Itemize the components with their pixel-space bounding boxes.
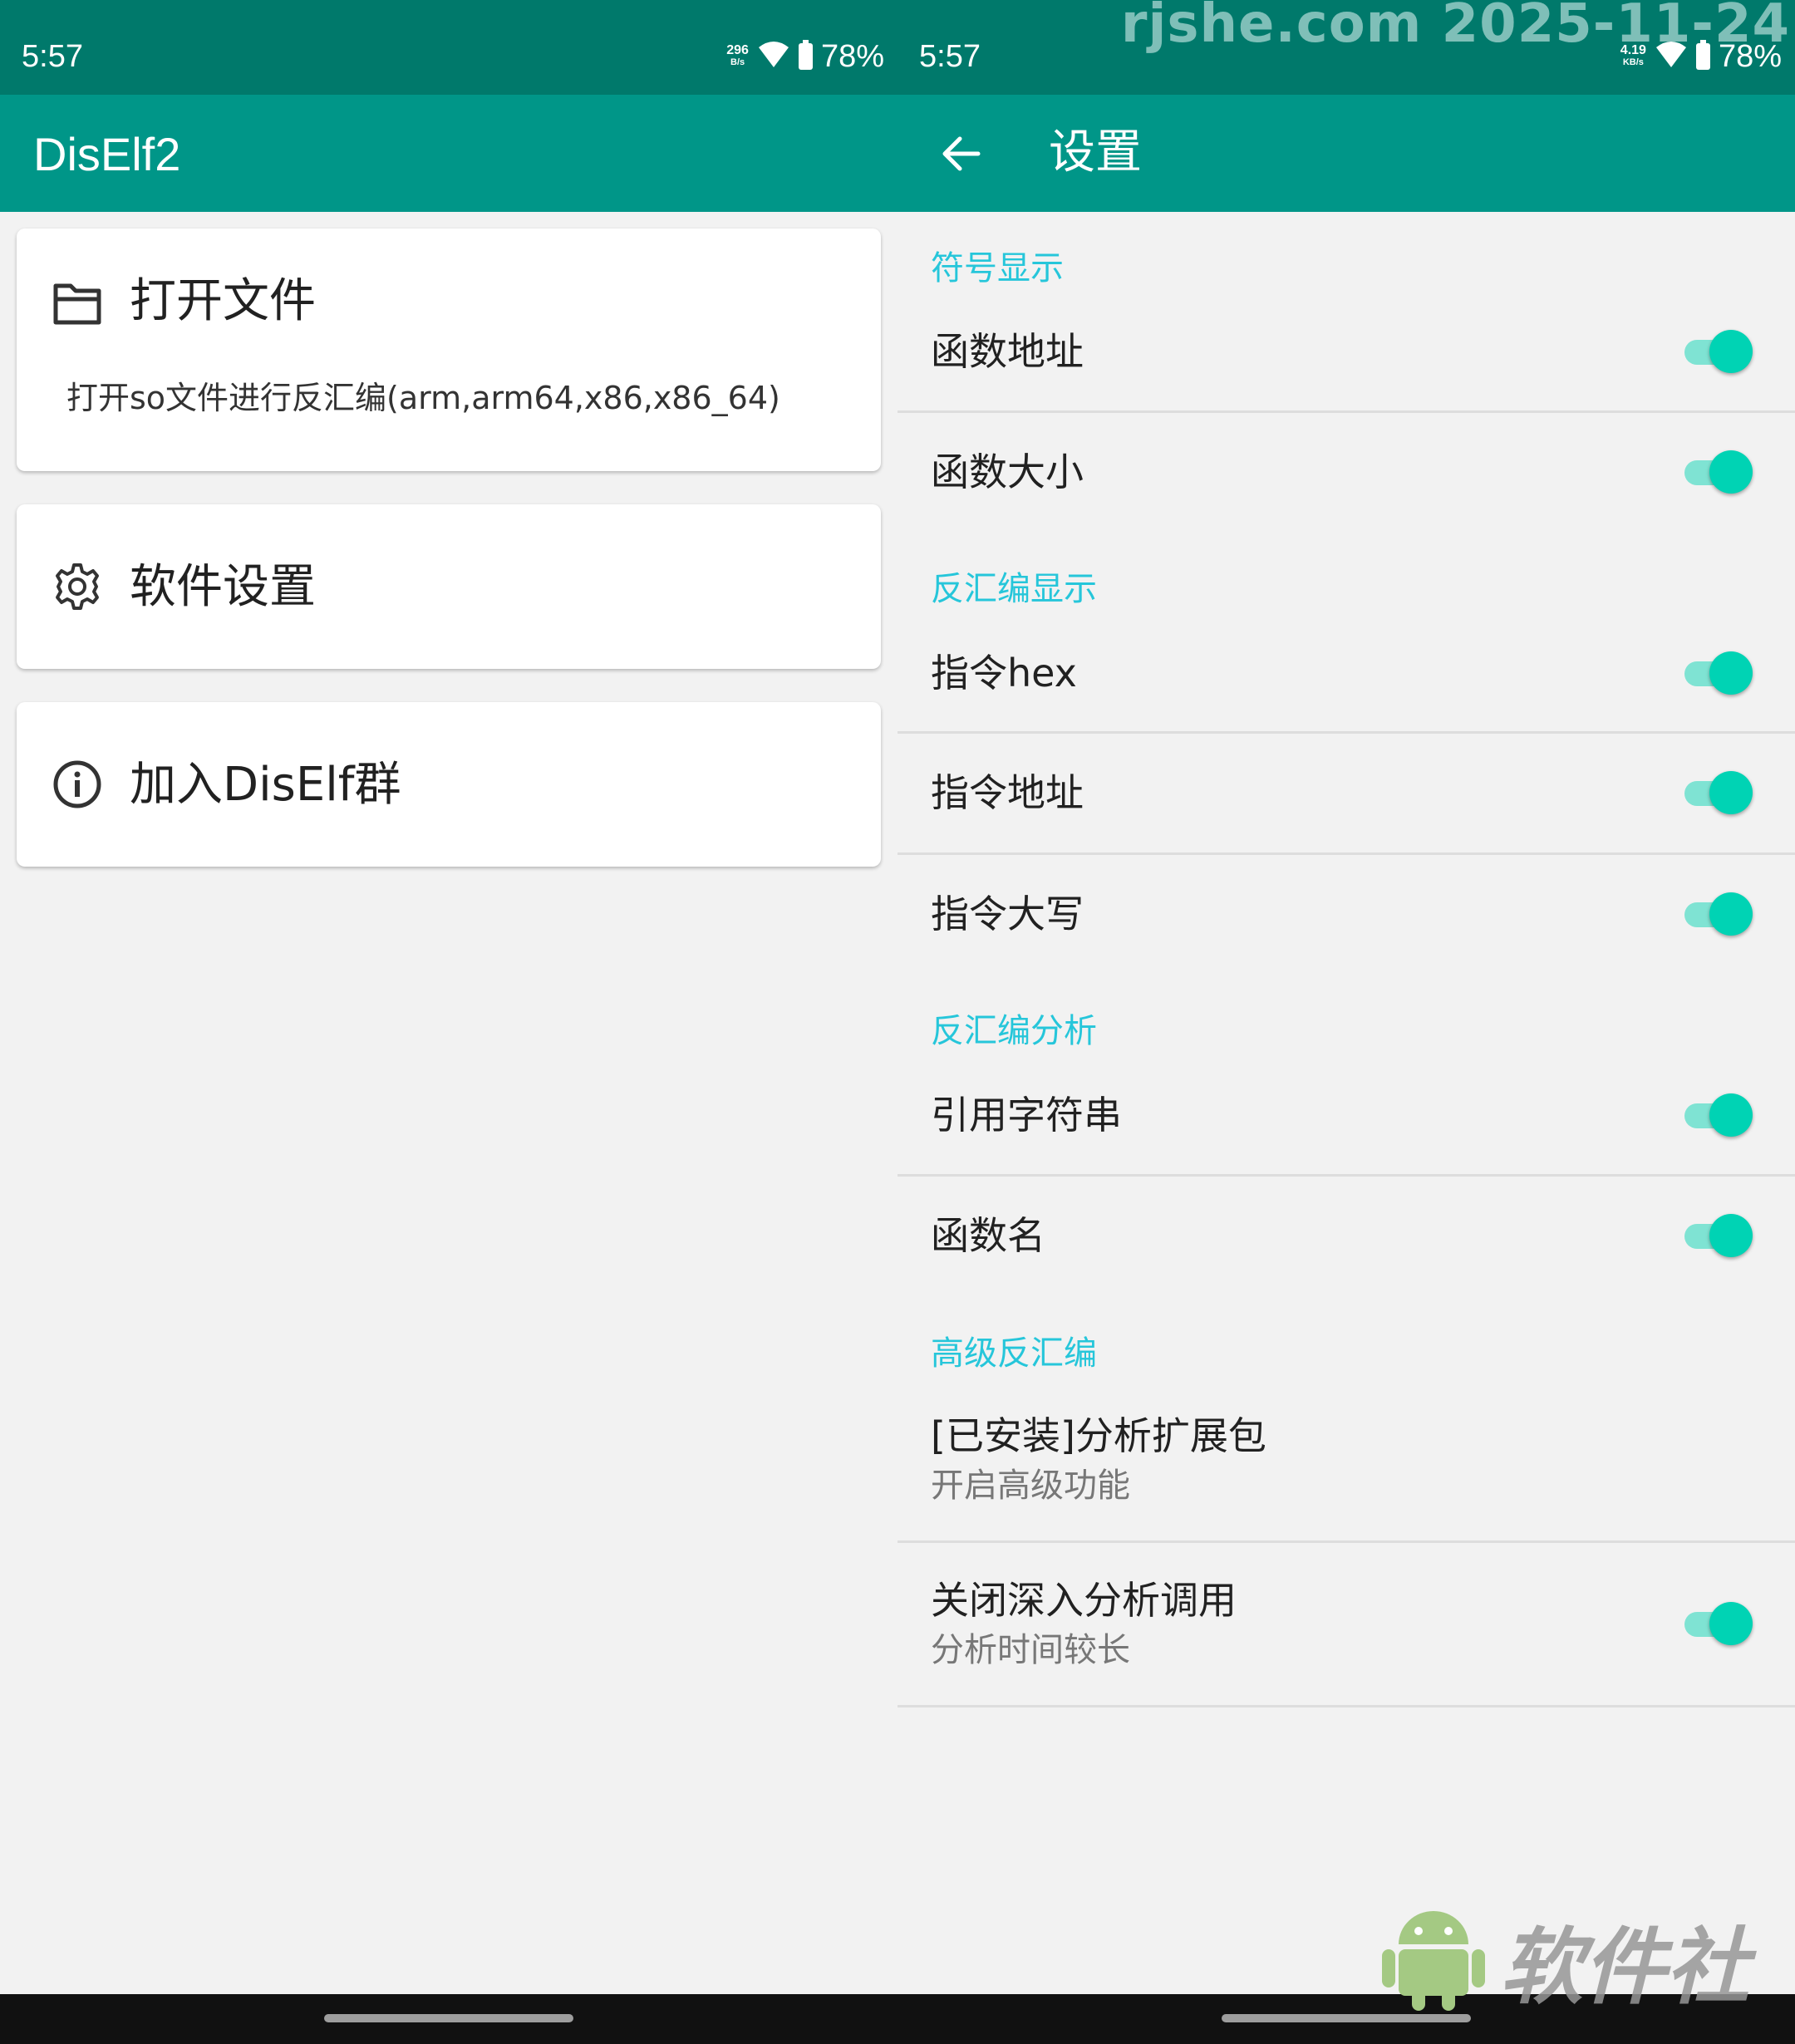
setting-subtitle: 分析时间较长 xyxy=(931,1631,1130,1669)
setting-title: 指令hex xyxy=(931,651,1077,695)
settings-card[interactable]: 软件设置 xyxy=(17,504,881,669)
status-time: 5:57 xyxy=(919,39,981,74)
inst-addr-toggle[interactable] xyxy=(1684,768,1753,818)
setting-title: 函数大小 xyxy=(931,450,1084,494)
setting-title: 函数名 xyxy=(931,1213,1045,1258)
join-group-label: 加入DisElf群 xyxy=(130,758,401,812)
func-name-toggle[interactable] xyxy=(1684,1211,1753,1260)
net-speed-unit: B/s xyxy=(730,57,745,67)
divider xyxy=(898,1705,1795,1707)
info-icon xyxy=(52,759,103,810)
category-advanced-disasm: 高级反汇编 xyxy=(931,1334,1097,1373)
open-file-description: 打开so文件进行反汇编(arm,arm64,x86,x86_64) xyxy=(66,380,780,416)
category-disasm-display: 反汇编显示 xyxy=(931,570,1097,608)
open-file-card[interactable]: 打开文件 打开so文件进行反汇编(arm,arm64,x86,x86_64) xyxy=(17,228,881,471)
android-logo-icon xyxy=(1382,1911,1485,2011)
watermark-top: rjshe.com 2025-11-24 xyxy=(1120,0,1790,55)
ref-string-toggle[interactable] xyxy=(1684,1090,1753,1140)
home-screen: 5:57 296 B/s 78% DisElf2 打开文件 打开so文件进行反汇… xyxy=(0,0,898,2044)
deep-analysis-toggle[interactable] xyxy=(1684,1599,1753,1648)
settings-label: 软件设置 xyxy=(130,560,316,614)
status-icons: 296 B/s 78% xyxy=(726,37,884,76)
func-size-toggle[interactable] xyxy=(1684,447,1753,497)
setting-subtitle: 开启高级功能 xyxy=(931,1467,1130,1505)
battery-percent: 78% xyxy=(820,38,884,74)
divider xyxy=(898,852,1795,855)
home-gesture-handle[interactable] xyxy=(324,2014,573,2022)
page-title: 设置 xyxy=(1049,125,1142,179)
battery-icon xyxy=(798,40,813,70)
status-bar: 5:57 4.19 KB/s 78% rjshe.com 2025-11-24 xyxy=(898,0,1795,95)
inst-upper-toggle[interactable] xyxy=(1684,889,1753,939)
join-group-card[interactable]: 加入DisElf群 xyxy=(17,702,881,867)
open-file-label: 打开文件 xyxy=(130,274,316,328)
watermark-bottom: 软件社 xyxy=(1375,1894,1774,2016)
divider xyxy=(898,731,1795,734)
setting-title: 引用字符串 xyxy=(931,1093,1122,1137)
folder-icon xyxy=(52,278,103,330)
status-bar: 5:57 296 B/s 78% xyxy=(0,0,898,95)
setting-title: [已安装]分析扩展包 xyxy=(931,1413,1266,1458)
category-symbol-display: 符号显示 xyxy=(931,249,1064,287)
gear-icon xyxy=(52,561,103,612)
net-speed-indicator: 296 B/s xyxy=(726,43,749,68)
watermark-text: 软件社 xyxy=(1500,1919,1749,2016)
wifi-icon xyxy=(757,41,790,72)
setting-title: 函数地址 xyxy=(931,329,1084,374)
app-title: DisElf2 xyxy=(33,128,181,180)
app-bar: 设置 xyxy=(898,95,1795,212)
settings-screen: 5:57 4.19 KB/s 78% rjshe.com 2025-11-24 … xyxy=(898,0,1795,2044)
divider xyxy=(898,1540,1795,1543)
category-disasm-analysis: 反汇编分析 xyxy=(931,1012,1097,1050)
net-speed-unit: KB/s xyxy=(1622,57,1644,67)
divider xyxy=(898,1174,1795,1177)
inst-hex-toggle[interactable] xyxy=(1684,648,1753,698)
setting-title: 指令地址 xyxy=(931,770,1084,815)
home-gesture-handle[interactable] xyxy=(1222,2014,1471,2022)
setting-title: 指令大写 xyxy=(931,892,1084,936)
navigation-bar xyxy=(0,1994,898,2044)
status-time: 5:57 xyxy=(22,39,83,74)
setting-title: 关闭深入分析调用 xyxy=(931,1578,1237,1623)
back-arrow-icon[interactable] xyxy=(931,123,992,184)
app-bar: DisElf2 xyxy=(0,95,898,212)
divider xyxy=(898,410,1795,413)
net-speed-value: 296 xyxy=(726,43,749,57)
func-addr-toggle[interactable] xyxy=(1684,327,1753,376)
